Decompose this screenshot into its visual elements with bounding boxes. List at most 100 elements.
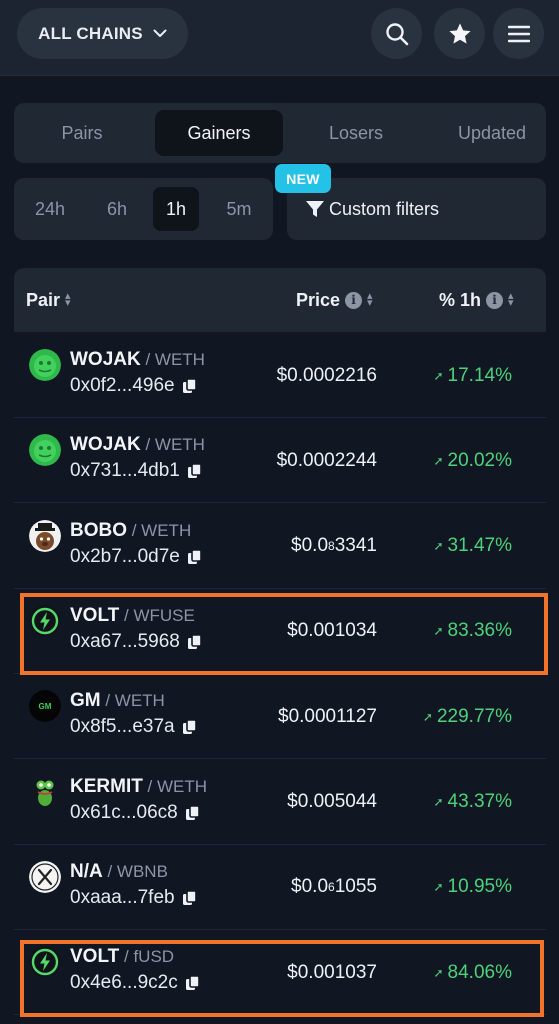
quote-symbol: WETH xyxy=(114,691,165,711)
base-symbol: WOJAK xyxy=(70,349,141,370)
search-button[interactable] xyxy=(371,8,422,59)
token-avatar xyxy=(29,349,61,381)
tab-losers[interactable]: Losers xyxy=(288,110,424,156)
search-icon xyxy=(385,22,408,45)
sort-icon: ▴ ▾ xyxy=(508,290,514,309)
quote-symbol: WETH xyxy=(154,435,205,455)
tab-updated[interactable]: Updated xyxy=(424,110,559,156)
address-text: 0x8f5...e37a xyxy=(70,716,175,738)
pair-name: BOBO / WETH xyxy=(70,520,191,542)
pair-name: WOJAK / WETH xyxy=(70,349,205,371)
info-icon: i xyxy=(345,291,363,309)
change-value: ➚ 43.37% xyxy=(433,791,512,812)
base-symbol: BOBO xyxy=(70,519,127,541)
copy-icon[interactable] xyxy=(187,463,202,479)
pair-name: WOJAK / WETH xyxy=(70,434,205,456)
price-value: $0.005044 xyxy=(287,791,377,812)
trend-up-icon: ➚ xyxy=(433,368,444,383)
quote-separator: / xyxy=(100,691,115,711)
trend-up-icon: ➚ xyxy=(433,795,444,809)
table-row[interactable]: WOJAK / WETH 0x0f2...496e $0.0002216 ➚ 17.14… xyxy=(14,333,546,418)
highlight-box xyxy=(20,593,548,675)
change-value: ➚ 17.14% xyxy=(433,364,512,386)
column-change-1h[interactable]: % 1h i ▴ ▾ xyxy=(439,268,514,332)
quote-symbol: WETH xyxy=(154,350,205,369)
trend-up-icon: ➚ xyxy=(433,539,444,554)
timeframe-5m[interactable]: 5m xyxy=(212,187,266,231)
quote-symbol: WETH xyxy=(141,520,192,540)
pair-name: N/A / WBNB xyxy=(70,861,168,883)
pair-address: 0x731...4db1 xyxy=(70,460,202,482)
column-pair[interactable]: Pair ▴ ▾ xyxy=(26,268,71,332)
base-symbol: KERMIT xyxy=(70,775,143,797)
chain-selector-button[interactable]: ALL CHAINS xyxy=(17,8,188,59)
star-icon xyxy=(448,22,471,44)
change-value: ➚ 31.47% xyxy=(433,535,512,557)
timeframe-1h[interactable]: 1h xyxy=(153,187,199,231)
price-value: $0.0 8 3341 xyxy=(291,535,377,557)
chevron-down-icon xyxy=(153,29,167,37)
copy-icon[interactable] xyxy=(185,804,200,821)
token-avatar xyxy=(29,775,61,808)
address-text: 0x2b7...0d7e xyxy=(70,545,180,567)
custom-filters-label: Custom filters xyxy=(329,198,440,219)
timeframe-24h[interactable]: 24h xyxy=(22,187,78,231)
menu-icon xyxy=(507,25,530,42)
token-avatar xyxy=(29,860,61,893)
top-bar: ALL CHAINS xyxy=(0,0,559,76)
trend-up-icon: ➚ xyxy=(433,453,444,468)
quote-separator: / xyxy=(142,776,157,796)
watchlist-button[interactable] xyxy=(434,8,485,59)
copy-icon[interactable] xyxy=(187,548,202,565)
price-value: $0.0001127 xyxy=(278,705,377,727)
table-row[interactable]: WOJAK / WETH 0x731...4db1 $0.0002244 ➚ 20.02… xyxy=(14,418,546,504)
change-value: ➚ 10.95% xyxy=(433,876,512,898)
token-avatar xyxy=(29,519,61,552)
svg-text:GM: GM xyxy=(39,702,52,711)
price-value: $0.0002216 xyxy=(276,364,377,386)
copy-icon[interactable] xyxy=(182,378,197,394)
filter-icon xyxy=(306,201,324,217)
quote-separator: / xyxy=(127,520,142,540)
menu-button[interactable] xyxy=(493,8,544,59)
quote-separator: / xyxy=(140,350,155,369)
info-icon: i xyxy=(486,291,504,309)
pair-address: 0x2b7...0d7e xyxy=(70,546,202,568)
timeframe-selector: 24h 6h 1h 5m xyxy=(14,178,273,240)
table-row[interactable]: GM GM / WETH 0x8f5...e37a $0.0001127 ➚ 229.77… xyxy=(14,674,546,760)
change-value: ➚ 20.02% xyxy=(433,449,512,471)
trend-up-icon: ➚ xyxy=(422,709,433,724)
pair-address: 0x8f5...e37a xyxy=(70,716,197,738)
change-value: ➚ 229.77% xyxy=(422,705,512,727)
copy-icon[interactable] xyxy=(182,889,197,906)
highlight-box xyxy=(20,940,544,1017)
sort-icon: ▴ ▾ xyxy=(65,290,71,309)
token-avatar: GM xyxy=(29,690,61,723)
base-symbol: GM xyxy=(70,690,101,712)
price-value: $0.0 6 1055 xyxy=(291,876,377,898)
pair-name: GM / WETH xyxy=(70,690,165,712)
pair-address: 0x61c...06c8 xyxy=(70,802,200,824)
quote-symbol: WBNB xyxy=(116,861,168,881)
tab-gainers[interactable]: Gainers xyxy=(155,110,283,156)
trend-up-icon: ➚ xyxy=(433,880,444,895)
tab-pairs[interactable]: Pairs xyxy=(14,110,150,156)
pair-name: KERMIT / WETH xyxy=(70,776,207,798)
timeframe-6h[interactable]: 6h xyxy=(90,187,144,231)
base-symbol: N/A xyxy=(70,860,103,882)
quote-separator: / xyxy=(140,435,155,455)
quote-symbol: WETH xyxy=(157,776,208,796)
pair-address: 0x0f2...496e xyxy=(70,375,197,397)
table-header: Pair ▴ ▾ Price i ▴ ▾ % 1h i ▴ ▾ xyxy=(14,268,546,332)
price-value: $0.0002244 xyxy=(276,449,377,471)
copy-icon[interactable] xyxy=(182,719,197,735)
new-badge: NEW xyxy=(275,164,331,193)
table-row[interactable]: N/A / WBNB 0xaaa...7feb $0.0 6 1055 ➚ 10.95% xyxy=(14,845,546,930)
address-text: 0x731...4db1 xyxy=(70,460,180,482)
table-row[interactable]: KERMIT / WETH 0x61c...06c8 $0.005044 ➚ 43.37… xyxy=(14,760,546,845)
pair-address: 0xaaa...7feb xyxy=(70,887,197,909)
chain-selector-label: ALL CHAINS xyxy=(38,23,143,43)
column-price[interactable]: Price i ▴ ▾ xyxy=(296,268,373,332)
quote-separator: / xyxy=(102,861,117,881)
table-row[interactable]: BOBO / WETH 0x2b7...0d7e $0.0 8 3341 ➚ 31.47% xyxy=(14,504,546,589)
